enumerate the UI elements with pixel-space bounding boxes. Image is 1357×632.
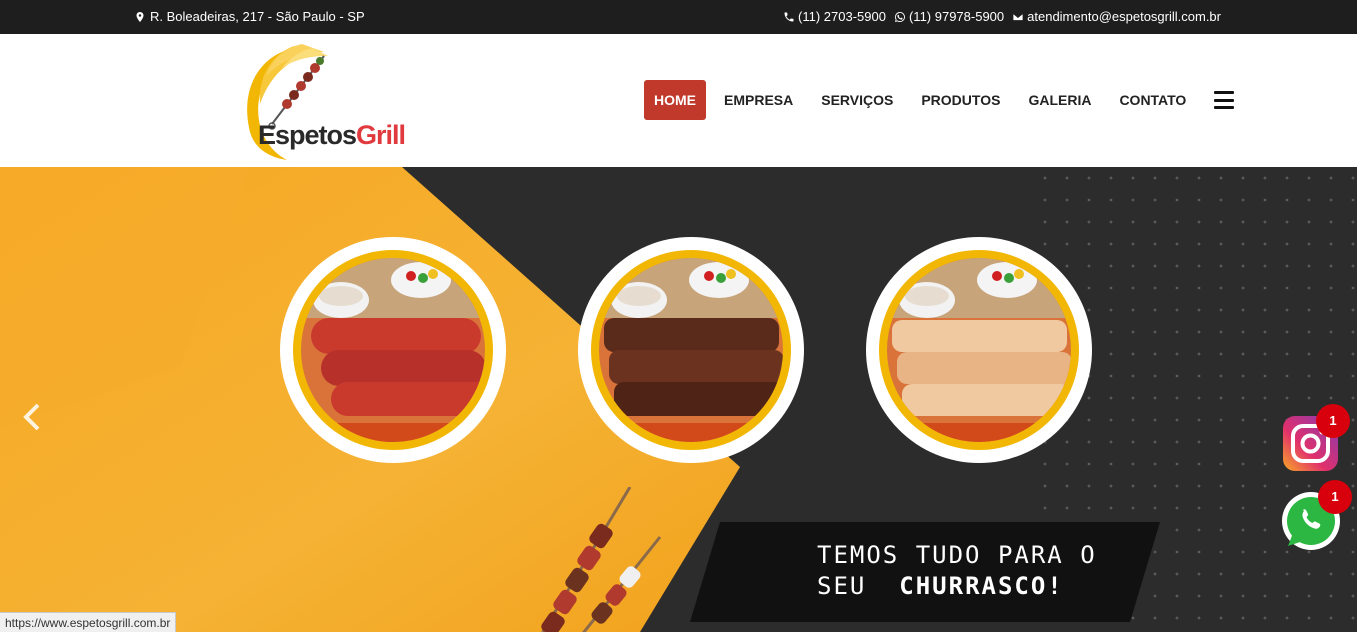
whatsapp-notification-badge: 1: [1318, 480, 1352, 514]
email-link[interactable]: atendimento@espetosgrill.com.br: [1012, 9, 1221, 24]
envelope-icon: [1012, 12, 1024, 21]
logo-text-espetos: Espetos: [258, 120, 357, 150]
nav-produtos[interactable]: PRODUTOS: [907, 80, 1014, 120]
logo-text[interactable]: EspetosGrill: [258, 120, 406, 151]
address: R. Boleadeiras, 217 - São Paulo - SP: [134, 9, 365, 24]
nav-empresa[interactable]: EMPRESA: [710, 80, 807, 120]
whatsapp-icon: [894, 11, 905, 22]
nav-galeria[interactable]: GALERIA: [1014, 80, 1105, 120]
browser-status-url: https://www.espetosgrill.com.br: [0, 612, 177, 632]
chevron-left-icon[interactable]: [20, 402, 44, 432]
phone-link[interactable]: (11) 2703-5900: [783, 9, 886, 24]
phone-text: (11) 2703-5900: [798, 9, 886, 24]
hero-slider: TEMOS TUDO PARA O SEU CHURRASCO!: [0, 167, 1357, 632]
whatsapp-link[interactable]: (11) 97978-5900: [894, 9, 1004, 24]
product-image-linguica: [280, 237, 506, 463]
hero-line1: TEMOS TUDO PARA O: [817, 541, 1097, 569]
product-image-carne: [578, 237, 804, 463]
phone-icon: [784, 12, 794, 21]
contact-info: (11) 2703-5900 (11) 97978-5900 atendimen…: [783, 9, 1221, 24]
hamburger-icon[interactable]: [1214, 91, 1235, 109]
top-bar: R. Boleadeiras, 217 - São Paulo - SP (11…: [0, 0, 1357, 34]
address-text: R. Boleadeiras, 217 - São Paulo - SP: [150, 9, 365, 24]
main-nav: HOME EMPRESA SERVIÇOS PRODUTOS GALERIA C…: [644, 80, 1235, 120]
whatsapp-text: (11) 97978-5900: [908, 9, 1005, 24]
nav-servicos[interactable]: SERVIÇOS: [807, 80, 907, 120]
skewer-decoration: [541, 487, 662, 632]
nav-home[interactable]: HOME: [644, 80, 706, 120]
hero-headline: TEMOS TUDO PARA O SEU CHURRASCO!: [817, 540, 1097, 602]
hero-line2-prefix: SEU: [817, 572, 867, 600]
instagram-notification-badge: 1: [1316, 404, 1350, 438]
hero-line2-bold: CHURRASCO!: [899, 572, 1064, 600]
nav-contato[interactable]: CONTATO: [1105, 80, 1200, 120]
logo-text-grill: Grill: [356, 120, 406, 150]
email-text: atendimento@espetosgrill.com.br: [1027, 9, 1221, 24]
header: EspetosGrill HOME EMPRESA SERVIÇOS PRODU…: [0, 34, 1357, 167]
map-marker-icon: [136, 11, 144, 22]
product-image-frango: [866, 237, 1092, 463]
